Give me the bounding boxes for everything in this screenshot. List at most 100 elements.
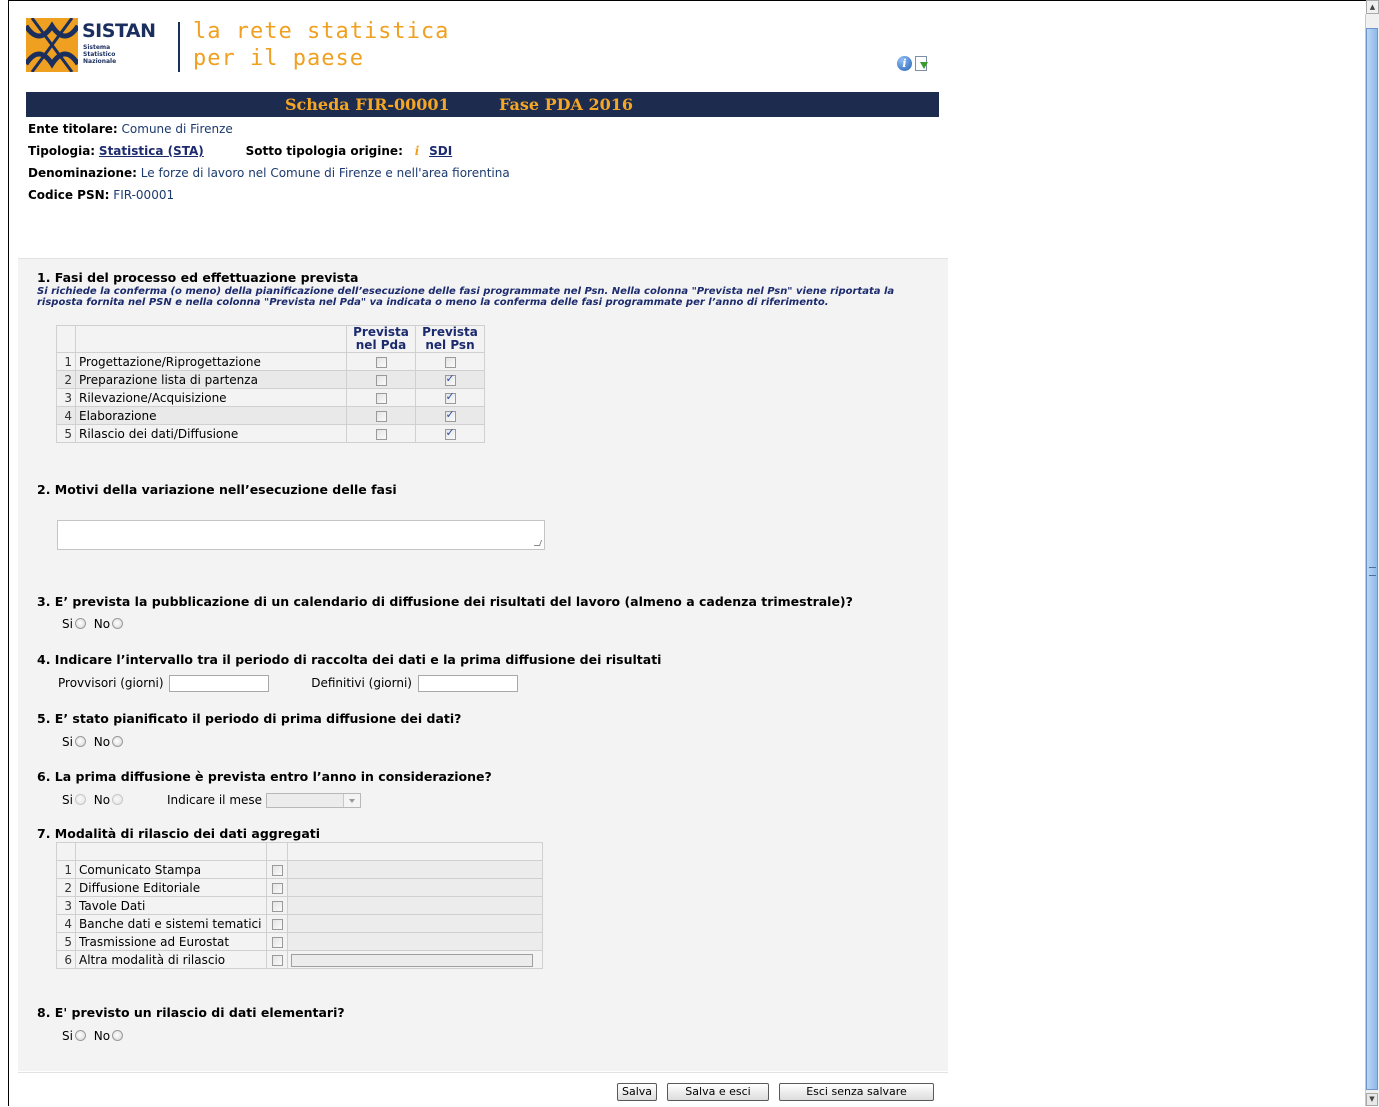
pda-checkbox[interactable] bbox=[375, 356, 387, 368]
modalita-num-header bbox=[56, 842, 76, 861]
modalita-detail-cell bbox=[287, 896, 543, 915]
pda-cell[interactable] bbox=[346, 352, 416, 371]
modalita-label: Banche dati e sistemi tematici bbox=[75, 914, 267, 933]
modalita-checkbox[interactable] bbox=[271, 864, 283, 876]
sistan-logo: SISTAN Sistema Statistico Nazionale bbox=[26, 18, 162, 74]
section8-no-radio[interactable] bbox=[112, 1030, 124, 1041]
modalita-checkbox[interactable] bbox=[271, 954, 283, 966]
denominazione-row: Denominazione: Le forze di lavoro nel Co… bbox=[28, 166, 510, 180]
pda-cell[interactable] bbox=[346, 406, 416, 425]
pda-cell[interactable] bbox=[346, 424, 416, 443]
section8-no-label: No bbox=[93, 1029, 111, 1043]
help-icon[interactable]: i bbox=[897, 56, 912, 71]
table-row: 5 Rilascio dei dati/Diffusione bbox=[56, 424, 485, 443]
mese-label: Indicare il mese bbox=[166, 793, 263, 807]
info-icon[interactable]: i bbox=[415, 144, 420, 158]
scrollbar-grip-icon bbox=[1369, 567, 1376, 576]
definitivi-label: Definitivi (giorni) bbox=[311, 676, 412, 690]
col-psn-line1: Prevista bbox=[422, 325, 478, 339]
fase-label: Rilascio dei dati/Diffusione bbox=[75, 424, 347, 443]
scrollbar-thumb[interactable] bbox=[1366, 28, 1378, 1090]
section3-no-label: No bbox=[93, 617, 111, 631]
section6-title: 6. La prima diffusione è prevista entro … bbox=[37, 769, 492, 784]
psn-cell bbox=[415, 424, 485, 443]
modalita-checkbox[interactable] bbox=[271, 918, 283, 930]
vertical-scrollbar[interactable]: ▼ bbox=[1365, 14, 1379, 1106]
row-number: 4 bbox=[56, 914, 76, 933]
section1-note: Si richiede la conferma (o meno) della p… bbox=[37, 286, 895, 308]
scroll-down-button[interactable]: ▼ bbox=[1366, 1093, 1378, 1106]
altra-modalita-input[interactable] bbox=[291, 953, 533, 967]
section6-radio-group: Si No Indicare il mese bbox=[62, 793, 361, 808]
codice-label: Codice PSN: bbox=[28, 188, 110, 202]
pda-cell[interactable] bbox=[346, 370, 416, 389]
psn-checkbox bbox=[444, 390, 456, 404]
section5-si-radio[interactable] bbox=[74, 736, 86, 747]
chevron-down-icon bbox=[342, 794, 360, 807]
modalita-label-header bbox=[75, 842, 267, 861]
fasi-header-row: Prevista nel Pda Prevista nel Psn bbox=[56, 325, 485, 353]
sotto-tipologia-label: Sotto tipologia origine: bbox=[245, 144, 403, 158]
pda-cell[interactable] bbox=[346, 388, 416, 407]
brand-tagline: la rete statistica per il paese bbox=[193, 18, 449, 72]
pda-checkbox[interactable] bbox=[375, 410, 387, 422]
section4-fields: Provvisori (giorni) Definitivi (giorni) bbox=[58, 675, 518, 692]
psn-cell bbox=[415, 352, 485, 371]
fase-title: Fase PDA 2016 bbox=[499, 95, 634, 114]
col-pda-line2: nel Pda bbox=[355, 338, 407, 352]
mese-select[interactable] bbox=[265, 793, 361, 808]
tagline-line1: la rete statistica bbox=[193, 19, 450, 44]
section3-si-radio[interactable] bbox=[74, 618, 86, 629]
row-number: 5 bbox=[56, 424, 76, 443]
row-number: 3 bbox=[56, 388, 76, 407]
row-number: 4 bbox=[56, 406, 76, 425]
col-pda-header: Prevista nel Pda bbox=[346, 325, 416, 353]
col-psn-header: Prevista nel Psn bbox=[415, 325, 485, 353]
provvisori-input[interactable] bbox=[169, 675, 270, 692]
pda-checkbox[interactable] bbox=[375, 428, 387, 440]
modalita-check-cell[interactable] bbox=[266, 950, 288, 969]
sotto-tipologia-link[interactable]: SDI bbox=[429, 144, 452, 158]
table-row: 2 Diffusione Editoriale bbox=[56, 878, 543, 897]
modalita-checkbox[interactable] bbox=[271, 900, 283, 912]
modalita-check-cell[interactable] bbox=[266, 860, 288, 879]
motivi-textarea[interactable] bbox=[57, 520, 545, 550]
table-row: 4 Banche dati e sistemi tematici bbox=[56, 914, 543, 933]
exit-without-saving-button[interactable]: Esci senza salvare bbox=[779, 1083, 934, 1101]
modalita-table: 1 Comunicato Stampa 2 Diffusione Editori… bbox=[56, 842, 543, 969]
section5-radio-group: Si No bbox=[62, 735, 127, 749]
psn-checkbox bbox=[444, 426, 456, 440]
row-number: 1 bbox=[56, 860, 76, 879]
section6-si-radio[interactable] bbox=[74, 794, 86, 805]
tipologia-link[interactable]: Statistica (STA) bbox=[99, 144, 204, 158]
modalita-check-cell[interactable] bbox=[266, 896, 288, 915]
modalita-header-row bbox=[56, 842, 543, 861]
export-icon[interactable] bbox=[915, 56, 928, 71]
section5-no-radio[interactable] bbox=[112, 736, 124, 747]
pda-checkbox[interactable] bbox=[375, 374, 387, 386]
psn-cell bbox=[415, 370, 485, 389]
psn-checkbox bbox=[444, 356, 456, 368]
modalita-checkbox[interactable] bbox=[271, 882, 283, 894]
modalita-checkbox[interactable] bbox=[271, 936, 283, 948]
pda-checkbox[interactable] bbox=[375, 392, 387, 404]
fase-label: Elaborazione bbox=[75, 406, 347, 425]
modalita-check-cell[interactable] bbox=[266, 914, 288, 933]
row-number: 1 bbox=[56, 352, 76, 371]
psn-cell bbox=[415, 388, 485, 407]
scroll-up-button[interactable]: ▲ bbox=[1366, 0, 1379, 14]
fasi-label-header bbox=[75, 325, 347, 353]
section6-si-label: Si bbox=[62, 793, 73, 807]
save-button[interactable]: Salva bbox=[617, 1083, 657, 1101]
table-row: 3 Rilevazione/Acquisizione bbox=[56, 388, 485, 407]
section6-no-radio[interactable] bbox=[112, 794, 124, 805]
modalita-check-cell[interactable] bbox=[266, 932, 288, 951]
section8-si-radio[interactable] bbox=[74, 1030, 86, 1041]
section3-no-radio[interactable] bbox=[112, 618, 124, 629]
definitivi-input[interactable] bbox=[417, 675, 518, 692]
save-and-exit-button[interactable]: Salva e esci bbox=[667, 1083, 769, 1101]
title-bar: Scheda FIR-00001 Fase PDA 2016 bbox=[26, 92, 939, 117]
section6-no-label: No bbox=[93, 793, 111, 807]
modalita-check-cell[interactable] bbox=[266, 878, 288, 897]
section3-radio-group: Si No bbox=[62, 617, 127, 631]
